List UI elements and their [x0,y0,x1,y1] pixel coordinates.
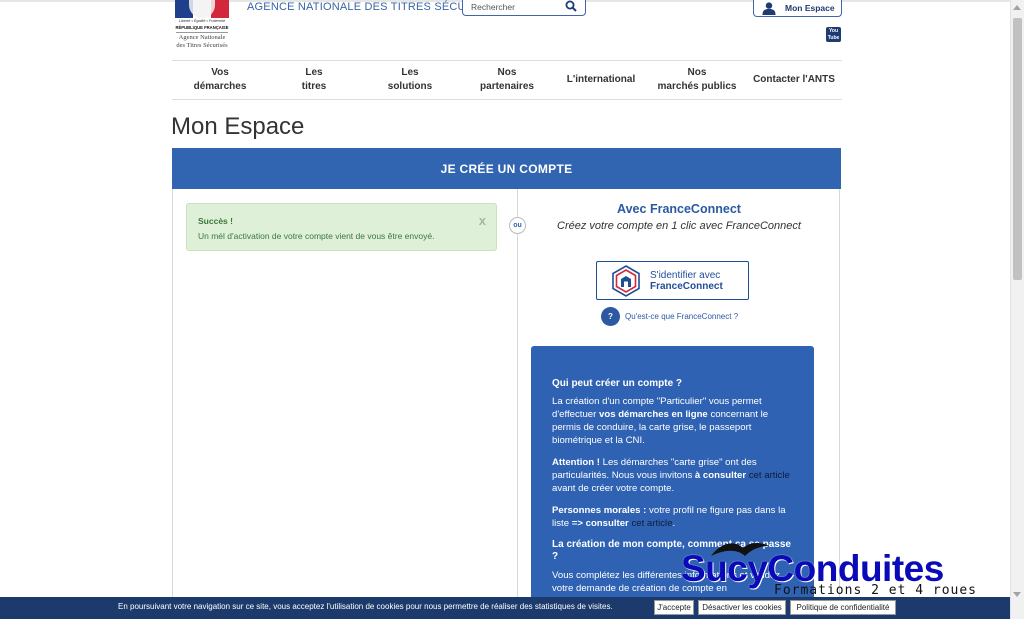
page-scrollbar[interactable] [1010,0,1024,619]
column-divider [517,189,518,619]
youtube-line2: Tube [827,35,840,41]
nav-item-les-solutions[interactable]: Les solutions [372,61,448,99]
info-paragraph-attention: Attention ! Les démarches "carte grise" … [552,457,790,494]
alert-message: Un mél d'activation de votre compte vien… [198,231,435,241]
logo-agency-line1: Agence Nationale [178,34,226,41]
privacy-policy-button[interactable]: Politique de confidentialité [790,600,896,615]
search-input[interactable] [471,0,561,14]
logo-motto: Liberté • Égalité • Fraternité [178,19,226,23]
cookie-message: En poursuivant votre navigation sur ce s… [118,602,613,611]
logo-rule [176,32,228,33]
page: Liberté • Égalité • Fraternité RÉPUBLIQU… [0,0,1024,619]
franceconnect-button-line1: S'identifier avec [650,269,721,281]
info-paragraph-1: La création d'un compte "Particulier" vo… [552,396,769,446]
scroll-up-icon[interactable] [1013,5,1021,10]
info-paragraph-how: Vous complétez les différentes informati… [552,570,781,594]
youtube-line1: You [828,28,839,34]
info-paragraph-personnes-morales: Personnes morales : votre profil ne figu… [552,505,786,529]
franceconnect-help-text: Qu'est-ce que FranceConnect ? [625,311,739,321]
success-alert: Succès ! Un mél d'activation de votre co… [186,203,497,251]
disable-cookies-button[interactable]: Désactiver les cookies [698,600,786,615]
close-icon[interactable]: x [479,213,486,228]
article-link-1[interactable]: cet article [749,470,790,481]
nav-item-nos-partenaires[interactable]: Nos partenaires [462,61,552,99]
help-icon: ? [601,306,620,326]
card-header: JE CRÉE UN COMPTE [172,148,841,189]
franceconnect-icon [612,264,640,297]
mon-espace-label: Mon Espace [785,3,835,13]
info-heading-how: La création de mon compte, comment ça se… [552,539,791,562]
accept-cookies-button[interactable]: J'accepte [654,600,694,615]
franceconnect-button-line2: FranceConnect [650,280,723,292]
franceconnect-help-link[interactable]: ? Qu'est-ce que FranceConnect ? [601,306,738,326]
main-nav: Vos démarches Les titres Les solutions N… [172,60,842,100]
create-account-card: JE CRÉE UN COMPTE ou Succès ! Un mél d'a… [172,148,841,619]
cookie-banner: En poursuivant votre navigation sur ce s… [0,597,1010,619]
info-heading-who: Qui peut créer un compte ? [552,378,683,389]
alert-title: Succès ! [198,216,233,226]
search-icon[interactable] [565,0,577,12]
franceconnect-button[interactable]: S'identifier avec FranceConnect [596,261,749,300]
user-icon [762,1,776,15]
page-title: Mon Espace [171,113,305,140]
nav-item-vos-demarches[interactable]: Vos démarches [182,61,258,99]
republique-francaise-logo[interactable]: Liberté • Égalité • Fraternité RÉPUBLIQU… [172,0,232,52]
nav-item-les-titres[interactable]: Les titres [276,61,352,99]
nav-item-marches-publics[interactable]: Nos marchés publics [649,61,745,99]
scroll-down-icon[interactable] [1013,592,1021,597]
search-box[interactable] [462,0,586,16]
youtube-icon[interactable]: You Tube [826,27,841,42]
nav-item-international[interactable]: L'international [560,61,642,99]
franceconnect-subtitle: Créez votre compte en 1 clic avec France… [557,220,801,232]
franceconnect-title: Avec FranceConnect [617,202,741,216]
mon-espace-button[interactable]: Mon Espace [753,0,842,17]
scroll-thumb[interactable] [1013,18,1022,280]
logo-republique: RÉPUBLIQUE FRANÇAISE [175,25,229,30]
logo-agency-line2: des Titres Sécurisés [176,42,228,49]
info-panel: Qui peut créer un compte ? La création d… [531,346,814,619]
article-link-2[interactable]: cet article [631,518,672,529]
nav-item-contacter[interactable]: Contacter l'ANTS [748,61,840,99]
franceconnect-button-text: S'identifier avec FranceConnect [650,270,723,292]
